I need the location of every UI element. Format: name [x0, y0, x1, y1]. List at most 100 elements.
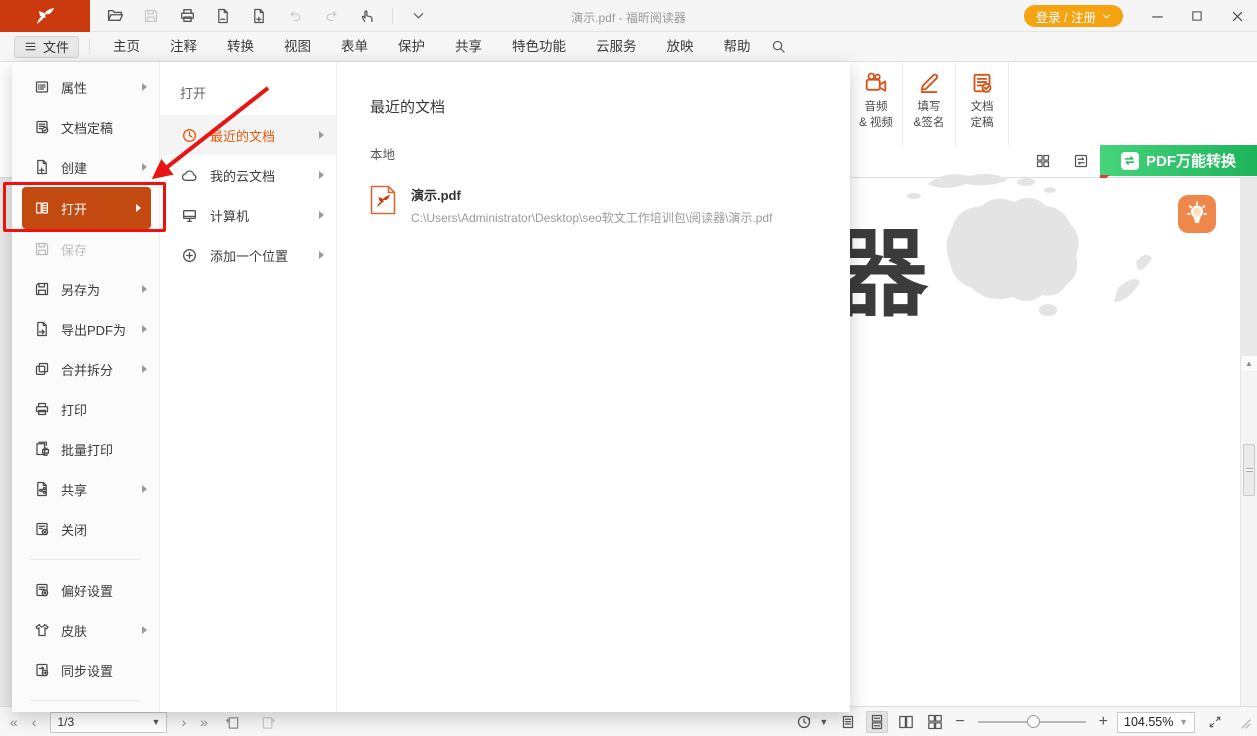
menu-tab-注释[interactable]: 注释	[155, 32, 212, 61]
sidebar-item-skin[interactable]: 皮肤	[12, 610, 159, 650]
sidebar-item-save-as[interactable]: 另存为	[12, 269, 159, 309]
menu-tab-共享[interactable]: 共享	[440, 32, 497, 61]
zoom-in-icon[interactable]: +	[1099, 713, 1108, 731]
open-location-add-place[interactable]: 添加一个位置	[160, 235, 336, 275]
chevron-down-icon[interactable]: ▼	[819, 717, 828, 727]
ribbon-group-填写&签名[interactable]: 填写&签名	[903, 62, 956, 145]
menu-tab-视图[interactable]: 视图	[269, 32, 326, 61]
next-page-icon[interactable]: ›	[181, 714, 186, 730]
hand-tool-icon[interactable]	[356, 5, 378, 27]
layout-facing-continuous-button[interactable]	[924, 711, 946, 733]
foxit-logo-icon	[33, 5, 57, 27]
sidebar-item-open[interactable]: 打开	[22, 187, 151, 229]
maximize-button[interactable]	[1177, 0, 1217, 32]
redo-icon[interactable]	[320, 5, 342, 27]
sidebar-item-preferences[interactable]: 偏好设置	[12, 570, 159, 610]
open-folder-icon[interactable]	[104, 5, 126, 27]
save-icon	[34, 241, 50, 257]
layout-continuous-button[interactable]	[866, 711, 888, 733]
open-location-recent-docs[interactable]: 最近的文档	[160, 115, 336, 155]
menu-tab-云服务[interactable]: 云服务	[581, 32, 652, 61]
ribbon-group-音频& 视频[interactable]: 音频& 视频	[850, 62, 903, 145]
fullscreen-icon	[1208, 715, 1222, 729]
preferences-icon	[34, 582, 50, 598]
sidebar-item-doc-finalize[interactable]: 文档定稿	[12, 107, 159, 147]
zoom-value-input[interactable]: 104.55% ▼	[1117, 712, 1195, 733]
share-doc-icon	[34, 481, 50, 497]
first-page-icon[interactable]: «	[10, 714, 18, 730]
zoom-slider-knob[interactable]	[1027, 715, 1040, 728]
sidebar-item-save[interactable]: 保存	[12, 229, 159, 269]
chevron-down-icon	[1102, 12, 1111, 21]
sidebar-item-merge-split[interactable]: 合并拆分	[12, 349, 159, 389]
save-icon	[143, 8, 159, 24]
vertical-scrollbar[interactable]: ▲	[1240, 356, 1257, 736]
next-view-icon[interactable]	[258, 711, 280, 733]
login-button[interactable]: 登录 / 注册	[1024, 5, 1123, 27]
file-menu-button[interactable]: 文件	[14, 36, 79, 58]
scroll-up-arrow-icon[interactable]: ▲	[1241, 356, 1257, 372]
sidebar-item-batch-print[interactable]: 批量打印	[12, 429, 159, 469]
submenu-arrow-icon	[142, 83, 147, 91]
menu-tab-表单[interactable]: 表单	[326, 32, 383, 61]
title-bar: 演示.pdf - 福昕阅读器 登录 / 注册	[0, 0, 1257, 32]
app-logo[interactable]	[0, 0, 90, 32]
fullscreen-icon[interactable]	[1204, 711, 1226, 733]
recent-file-item[interactable]: 演示.pdf C:\Users\Administrator\Desktop\se…	[370, 185, 850, 226]
last-page-icon[interactable]: »	[200, 714, 208, 730]
zoom-out-icon[interactable]: −	[955, 713, 964, 731]
collapse-toolbar-icon[interactable]	[407, 5, 429, 27]
read-mode-icon[interactable]	[793, 711, 815, 733]
export-page-icon[interactable]	[212, 5, 234, 27]
sidebar-item-export-pdf[interactable]: 导出PDF为	[12, 309, 159, 349]
menu-tab-放映[interactable]: 放映	[652, 32, 709, 61]
search-icon[interactable]	[768, 36, 790, 58]
save-icon[interactable]	[140, 5, 162, 27]
submenu-arrow-icon	[142, 163, 147, 171]
layout-single-button[interactable]	[837, 711, 859, 733]
undo-icon[interactable]	[284, 5, 306, 27]
ribbon-group-container: 音频& 视频填写&签名文档定稿	[850, 62, 1009, 145]
print-icon[interactable]	[176, 5, 198, 27]
batch-print-icon	[34, 441, 50, 457]
sidebar-item-label: 属性	[61, 78, 87, 97]
sidebar-item-create[interactable]: 创建	[12, 147, 159, 187]
resize-grip[interactable]	[1239, 715, 1251, 730]
page-number-input[interactable]: 1/3 ▼	[50, 712, 167, 733]
tip-widget-button[interactable]	[1178, 195, 1216, 233]
zoom-slider[interactable]	[978, 721, 1086, 723]
layout-facing-button[interactable]	[895, 711, 917, 733]
plus-circle-icon	[181, 247, 198, 264]
close-button[interactable]	[1217, 0, 1257, 32]
menu-tab-保护[interactable]: 保护	[383, 32, 440, 61]
page-indicator: 1/3	[57, 715, 74, 729]
open-location-cloud-docs[interactable]: 我的云文档	[160, 155, 336, 195]
submenu-arrow-icon	[319, 211, 324, 219]
menu-tab-转换[interactable]: 转换	[212, 32, 269, 61]
submenu-arrow-icon	[142, 285, 147, 293]
menu-separator	[89, 39, 90, 54]
local-group-label: 本地	[370, 144, 850, 163]
sidebar-item-sync-settings[interactable]: 同步设置	[12, 650, 159, 690]
sidebar-item-close[interactable]: 关闭	[12, 509, 159, 549]
submenu-arrow-icon	[142, 485, 147, 493]
sidebar-item-properties[interactable]: 属性	[12, 67, 159, 107]
sidebar-item-label: 保存	[61, 240, 87, 259]
menu-tab-主页[interactable]: 主页	[98, 32, 155, 61]
menu-tab-帮助[interactable]: 帮助	[709, 32, 766, 61]
open-location-computer[interactable]: 计算机	[160, 195, 336, 235]
sidebar-item-print[interactable]: 打印	[12, 389, 159, 429]
page-layout-icons	[837, 711, 946, 733]
new-document-icon[interactable]	[248, 5, 270, 27]
menu-tab-特色功能[interactable]: 特色功能	[497, 32, 581, 61]
ribbon-group-文档定稿[interactable]: 文档定稿	[956, 62, 1009, 145]
layout-single-icon	[840, 714, 856, 730]
prev-page-icon[interactable]: ‹	[32, 714, 37, 730]
export-pdf-icon	[34, 321, 50, 337]
minimize-button[interactable]	[1137, 0, 1177, 32]
scrollbar-thumb[interactable]	[1243, 444, 1255, 496]
previous-view-icon[interactable]	[222, 711, 244, 733]
sidebar-item-share[interactable]: 共享	[12, 469, 159, 509]
close-doc-icon	[34, 521, 50, 537]
recent-file-name: 演示.pdf	[411, 185, 772, 204]
